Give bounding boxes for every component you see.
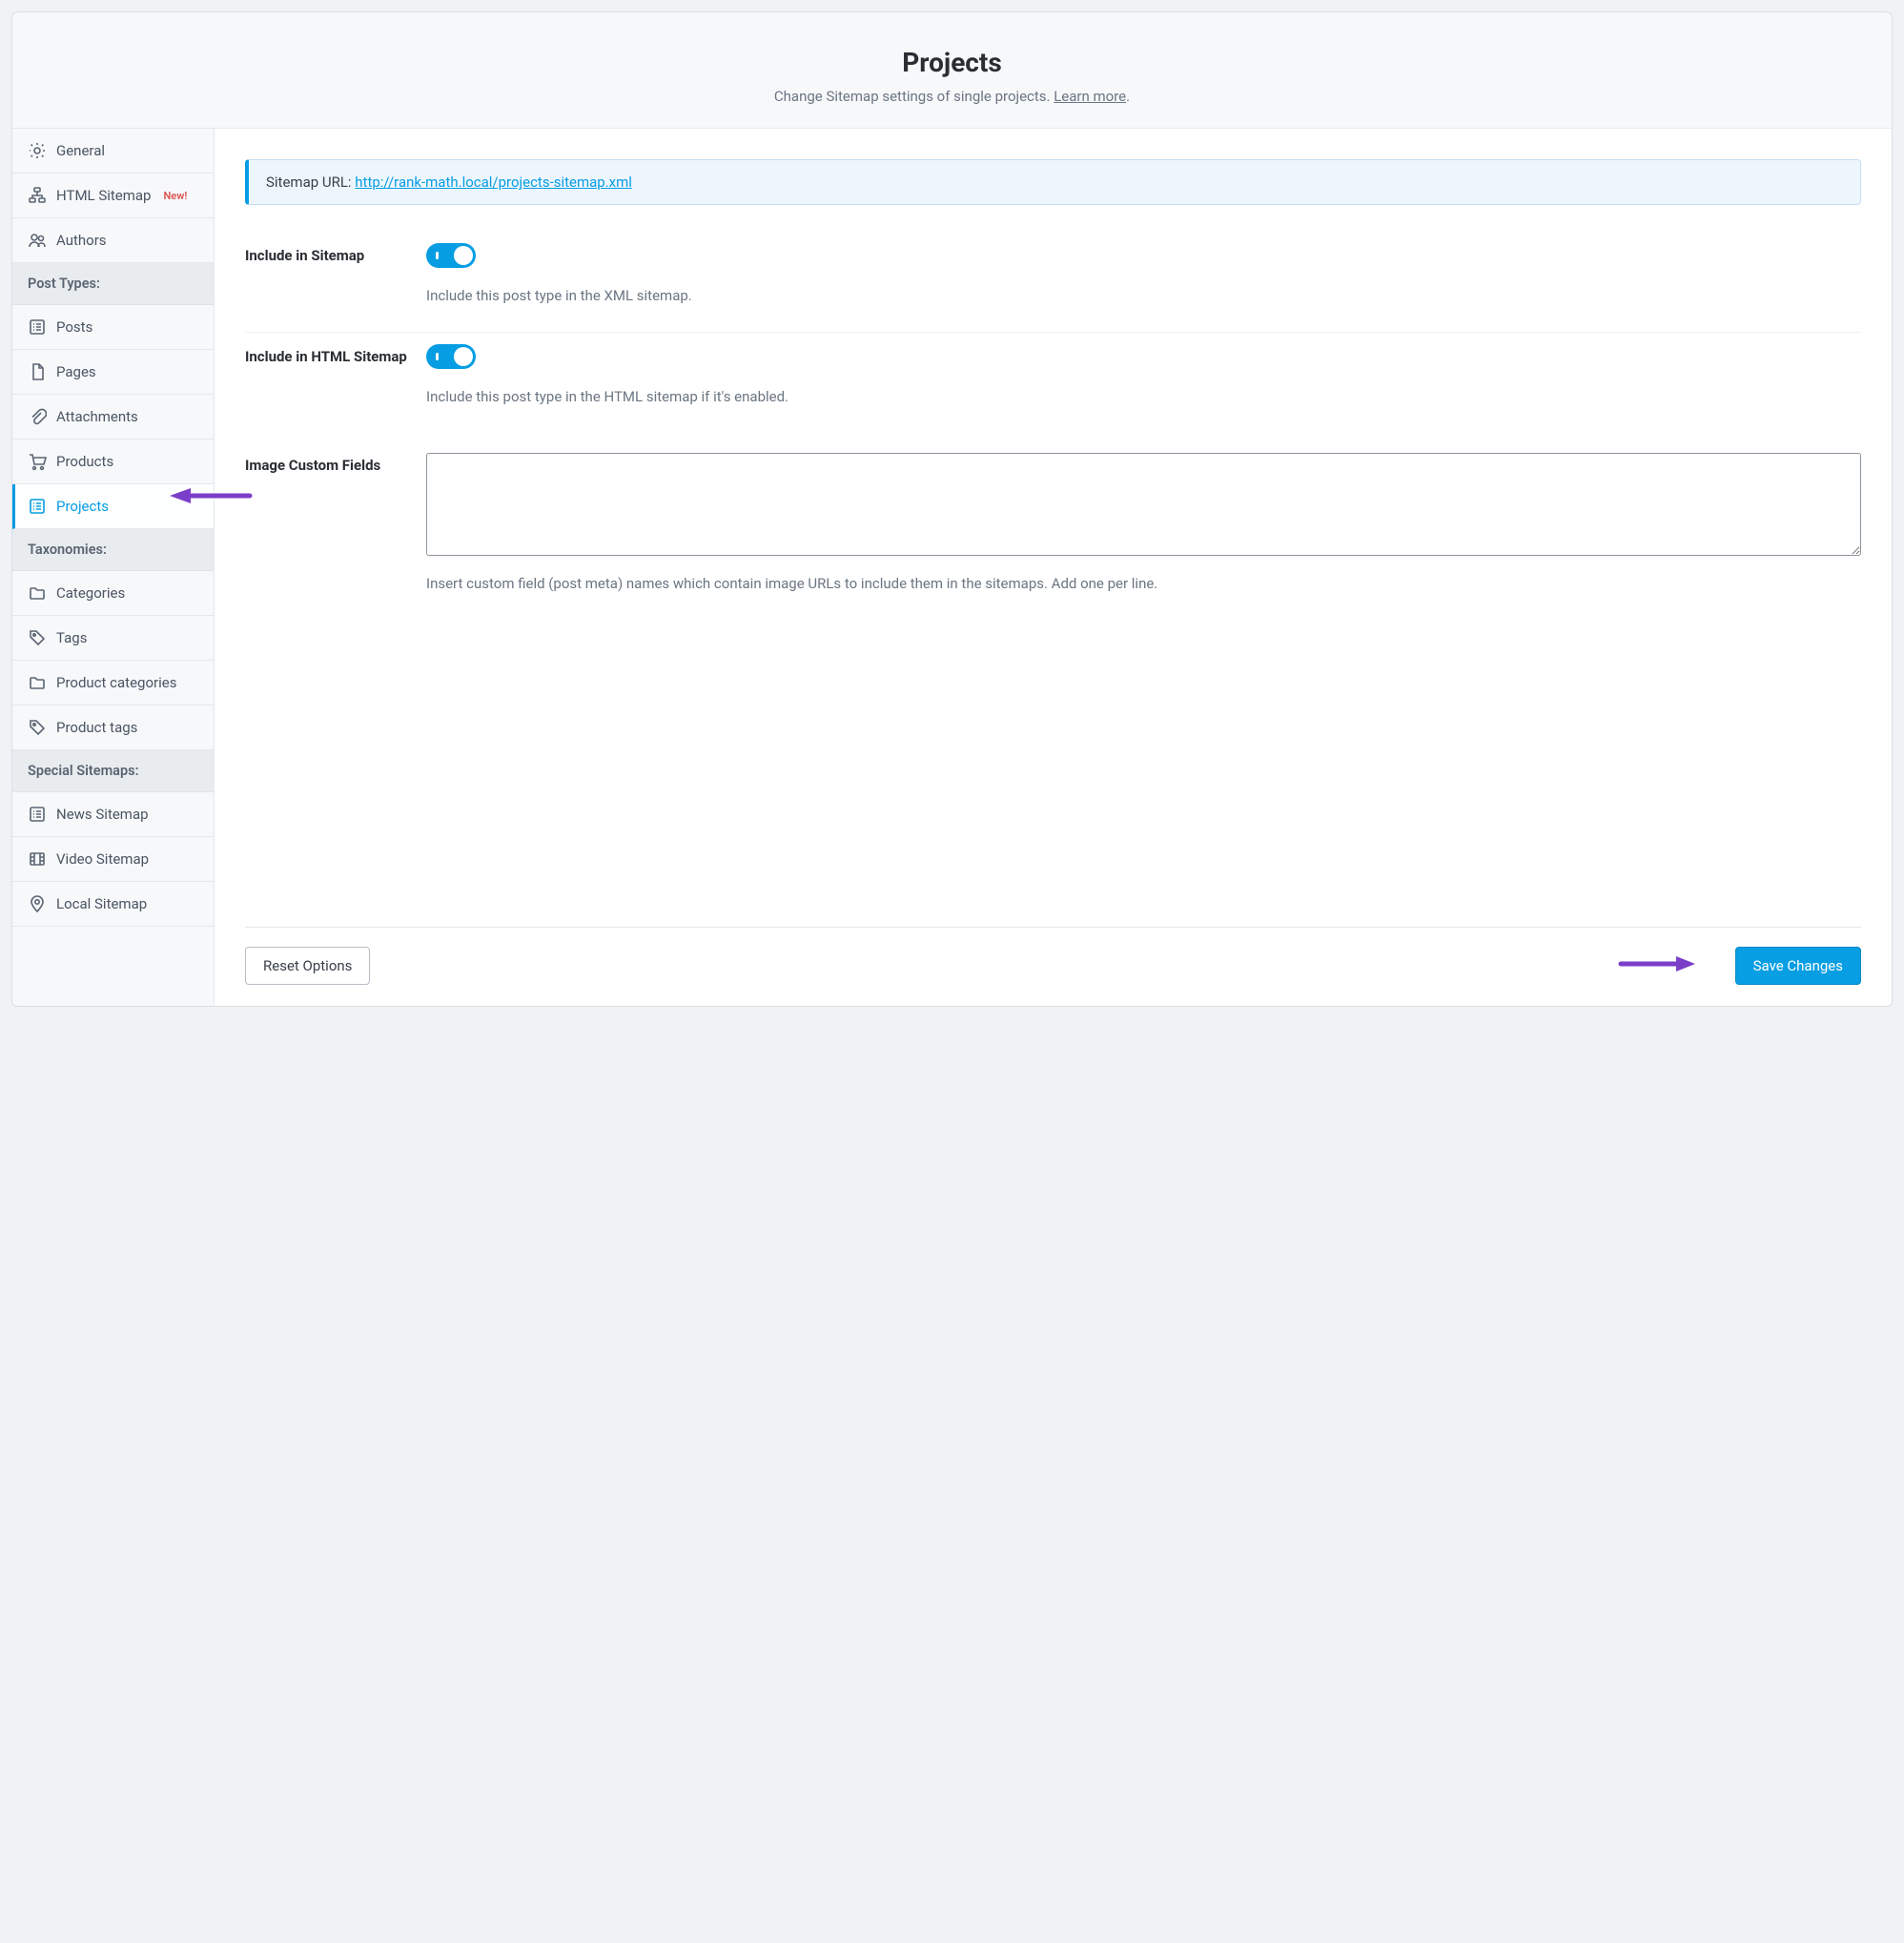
image-custom-fields-label: Image Custom Fields — [245, 453, 426, 474]
sitemap-url-notice: Sitemap URL: http://rank-math.local/proj… — [245, 159, 1861, 205]
include-in-html-sitemap-help: Include this post type in the HTML sitem… — [426, 386, 1861, 408]
sidebar-item-label: Posts — [56, 318, 92, 336]
sidebar-section-taxonomies: Taxonomies: — [12, 529, 214, 571]
doc-list-icon — [28, 317, 47, 337]
sidebar-item-label: Pages — [56, 363, 96, 380]
sidebar-item-label: Projects — [56, 498, 109, 515]
include-in-sitemap-label: Include in Sitemap — [245, 243, 426, 264]
sidebar-item-attachments[interactable]: Attachments — [12, 395, 214, 440]
settings-sidebar: General HTML Sitemap New! Authors Post Type… — [12, 129, 215, 1006]
sidebar-item-label: Local Sitemap — [56, 895, 147, 912]
image-custom-fields-textarea[interactable] — [426, 453, 1861, 556]
sidebar-section-post-types: Post Types: — [12, 263, 214, 305]
new-badge: New! — [164, 190, 188, 202]
sidebar-item-pages[interactable]: Pages — [12, 350, 214, 395]
settings-content: Sitemap URL: http://rank-math.local/proj… — [215, 129, 1892, 1006]
include-in-html-sitemap-toggle[interactable] — [426, 344, 476, 369]
doc-list-icon — [28, 497, 47, 516]
page-icon — [28, 362, 47, 381]
users-icon — [28, 231, 47, 250]
sidebar-item-projects[interactable]: Projects — [12, 484, 214, 529]
sidebar-item-label: Attachments — [56, 408, 138, 425]
sidebar-item-categories[interactable]: Categories — [12, 571, 214, 616]
sidebar-section-special-sitemaps: Special Sitemaps: — [12, 750, 214, 792]
sidebar-item-general[interactable]: General — [12, 129, 214, 174]
sidebar-item-tags[interactable]: Tags — [12, 616, 214, 661]
sidebar-item-product-categories[interactable]: Product categories — [12, 661, 214, 706]
sidebar-item-label: Authors — [56, 232, 107, 249]
sidebar-item-label: HTML Sitemap — [56, 187, 152, 204]
annotation-arrow-icon — [1613, 952, 1699, 975]
image-custom-fields-row: Image Custom Fields Insert custom field … — [245, 432, 1861, 620]
sidebar-item-authors[interactable]: Authors — [12, 218, 214, 263]
gear-icon — [28, 141, 47, 160]
doc-list-icon — [28, 805, 47, 824]
learn-more-link[interactable]: Learn more — [1054, 88, 1126, 105]
sidebar-item-label: Product tags — [56, 719, 137, 736]
settings-panel: Projects Change Sitemap settings of sing… — [11, 11, 1893, 1007]
sidebar-item-label: News Sitemap — [56, 806, 149, 823]
sidebar-item-html-sitemap[interactable]: HTML Sitemap New! — [12, 174, 214, 218]
sidebar-item-label: Tags — [56, 629, 87, 646]
include-in-html-sitemap-label: Include in HTML Sitemap — [245, 344, 426, 365]
image-custom-fields-help: Insert custom field (post meta) names wh… — [426, 573, 1861, 595]
cart-icon — [28, 452, 47, 471]
sidebar-item-product-tags[interactable]: Product tags — [12, 706, 214, 750]
tree-icon — [28, 186, 47, 205]
sidebar-item-label: Products — [56, 453, 113, 470]
include-in-sitemap-help: Include this post type in the XML sitema… — [426, 285, 1861, 307]
sidebar-item-local-sitemap[interactable]: Local Sitemap — [12, 882, 214, 927]
sidebar-item-posts[interactable]: Posts — [12, 305, 214, 350]
tag-icon — [28, 718, 47, 737]
page-subtitle: Change Sitemap settings of single projec… — [31, 88, 1873, 105]
page-header: Projects Change Sitemap settings of sing… — [12, 12, 1892, 129]
sitemap-url-link[interactable]: http://rank-math.local/projects-sitemap.… — [355, 174, 632, 191]
include-in-html-sitemap-row: Include in HTML Sitemap Include this pos… — [245, 332, 1861, 433]
folder-icon — [28, 583, 47, 603]
sidebar-item-news-sitemap[interactable]: News Sitemap — [12, 792, 214, 837]
sidebar-item-video-sitemap[interactable]: Video Sitemap — [12, 837, 214, 882]
tag-icon — [28, 628, 47, 647]
save-changes-button[interactable]: Save Changes — [1735, 947, 1861, 985]
reset-options-button[interactable]: Reset Options — [245, 947, 370, 985]
pin-icon — [28, 894, 47, 913]
sidebar-item-label: Product categories — [56, 674, 176, 691]
clip-icon — [28, 407, 47, 426]
sidebar-item-label: Video Sitemap — [56, 850, 149, 868]
settings-footer: Reset Options Save Changes — [245, 927, 1861, 1006]
include-in-sitemap-row: Include in Sitemap Include this post typ… — [245, 232, 1861, 332]
include-in-sitemap-toggle[interactable] — [426, 243, 476, 268]
sidebar-item-label: Categories — [56, 584, 125, 602]
sidebar-item-products[interactable]: Products — [12, 440, 214, 484]
folder-icon — [28, 673, 47, 692]
film-icon — [28, 849, 47, 869]
page-title: Projects — [31, 47, 1873, 78]
sidebar-item-label: General — [56, 142, 105, 159]
